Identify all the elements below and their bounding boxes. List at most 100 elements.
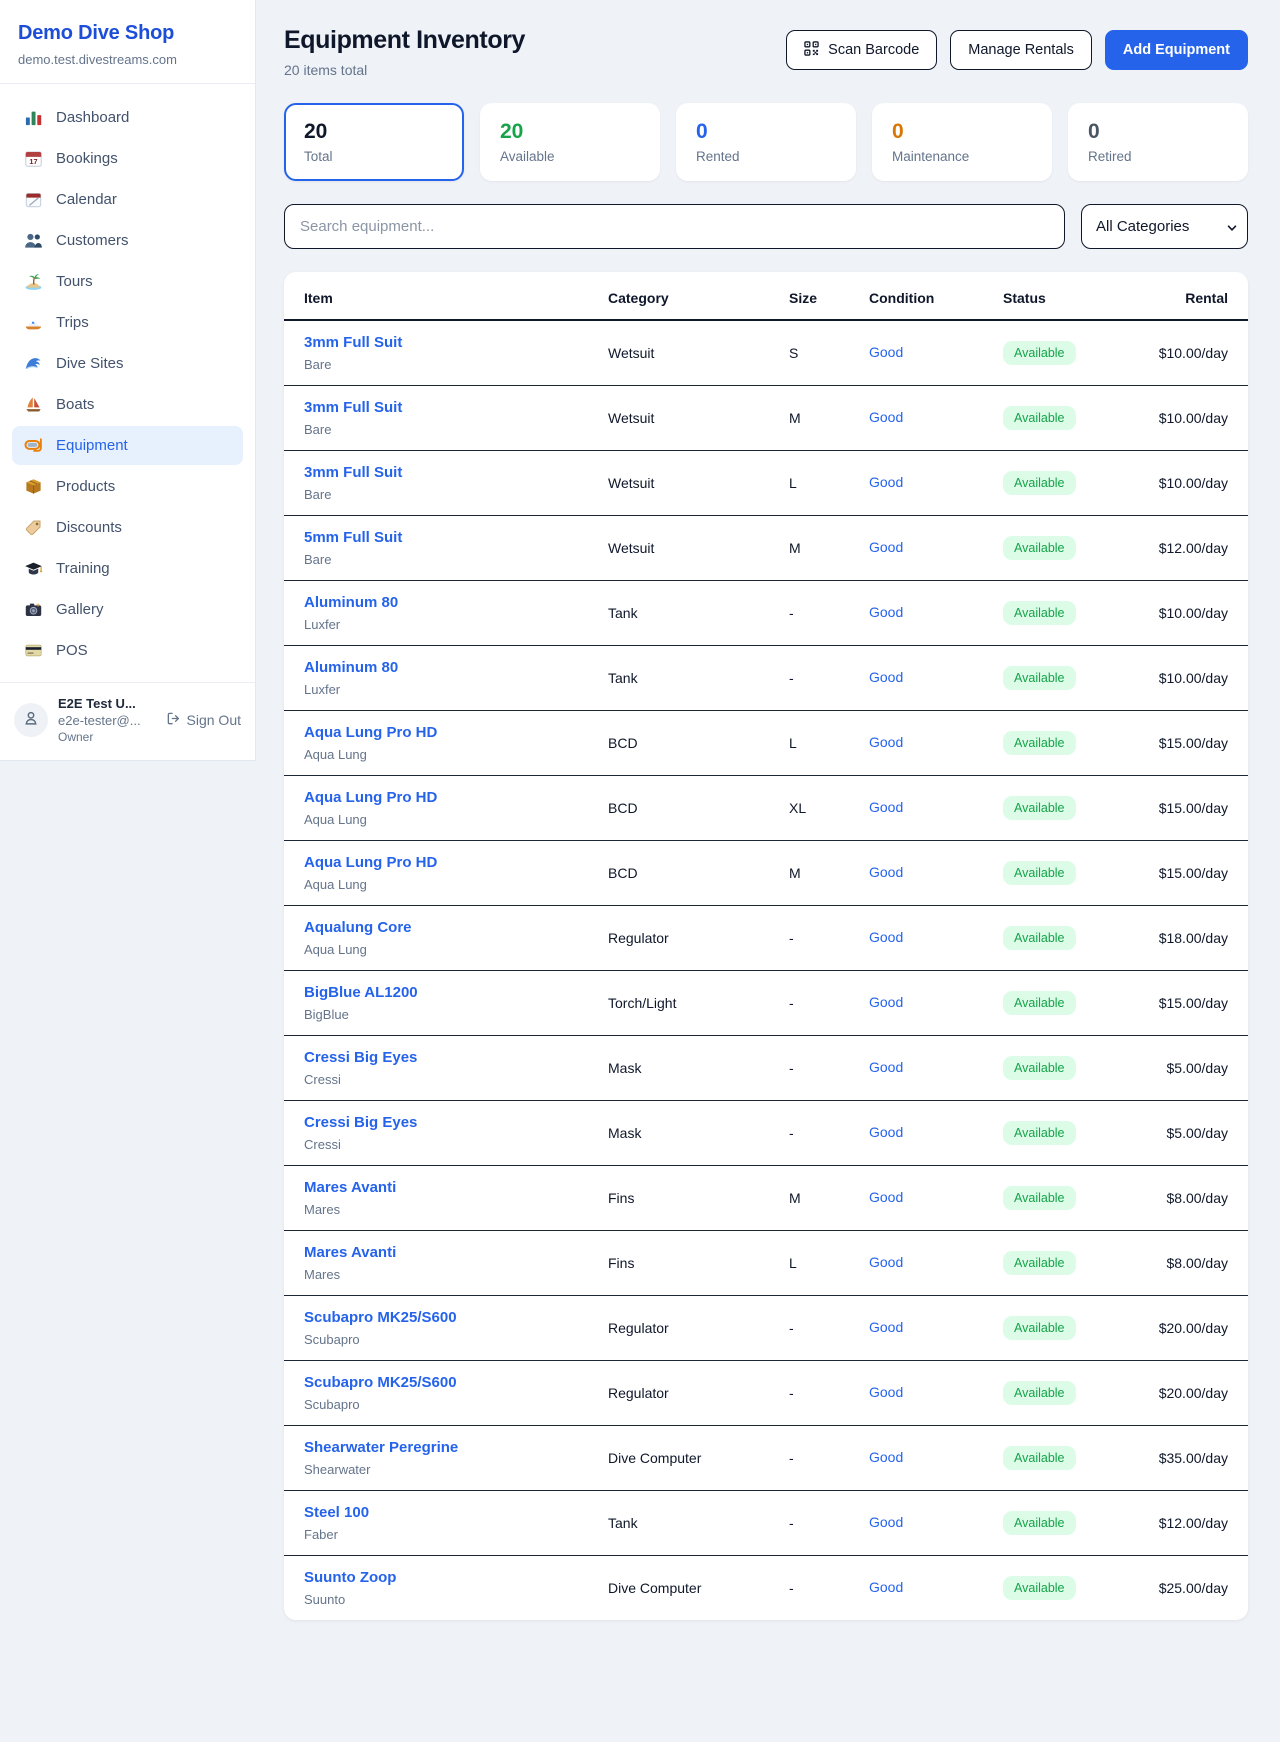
stat-card-rented[interactable]: 0Rented xyxy=(676,103,856,181)
category-select[interactable]: All Categories xyxy=(1081,204,1248,249)
item-link[interactable]: BigBlue AL1200 xyxy=(304,984,418,1001)
item-link[interactable]: Aqua Lung Pro HD xyxy=(304,789,437,806)
item-link[interactable]: Aluminum 80 xyxy=(304,659,398,676)
item-link[interactable]: 3mm Full Suit xyxy=(304,464,402,481)
item-category: Fins xyxy=(592,1231,773,1296)
table-row: Aluminum 80LuxferTank-GoodAvailable$10.0… xyxy=(284,581,1248,646)
scan-barcode-label: Scan Barcode xyxy=(828,42,919,58)
item-link[interactable]: 3mm Full Suit xyxy=(304,399,402,416)
sidebar-item-customers[interactable]: Customers xyxy=(12,221,243,260)
condition-link[interactable]: Good xyxy=(869,1254,903,1270)
add-equipment-label: Add Equipment xyxy=(1123,42,1230,58)
condition-link[interactable]: Good xyxy=(869,474,903,490)
sidebar-item-dashboard[interactable]: Dashboard xyxy=(12,98,243,137)
status-badge: Available xyxy=(1003,731,1076,755)
stat-card-available[interactable]: 20Available xyxy=(480,103,660,181)
condition-link[interactable]: Good xyxy=(869,1449,903,1465)
manage-rentals-button[interactable]: Manage Rentals xyxy=(950,30,1092,70)
table-row: Steel 100FaberTank-GoodAvailable$12.00/d… xyxy=(284,1491,1248,1556)
status-badge: Available xyxy=(1003,796,1076,820)
condition-link[interactable]: Good xyxy=(869,1319,903,1335)
item-link[interactable]: Steel 100 xyxy=(304,1504,369,1521)
item-link[interactable]: Scubapro MK25/S600 xyxy=(304,1309,457,1326)
sidebar-nav: Dashboard17BookingsCalendarCustomersTour… xyxy=(0,84,255,682)
table-row: BigBlue AL1200BigBlueTorch/Light-GoodAva… xyxy=(284,971,1248,1036)
condition-link[interactable]: Good xyxy=(869,669,903,685)
item-link[interactable]: Aqua Lung Pro HD xyxy=(304,854,437,871)
sidebar-item-dive-sites[interactable]: Dive Sites xyxy=(12,344,243,383)
rental-rate: $8.00/day xyxy=(1137,1231,1248,1296)
status-badge: Available xyxy=(1003,1511,1076,1535)
item-category: Wetsuit xyxy=(592,516,773,581)
scan-barcode-button[interactable]: Scan Barcode xyxy=(786,30,937,70)
condition-link[interactable]: Good xyxy=(869,1189,903,1205)
sidebar-item-bookings[interactable]: 17Bookings xyxy=(12,139,243,178)
item-category: Regulator xyxy=(592,1361,773,1426)
add-equipment-button[interactable]: Add Equipment xyxy=(1105,30,1248,70)
item-link[interactable]: Cressi Big Eyes xyxy=(304,1049,417,1066)
condition-link[interactable]: Good xyxy=(869,1384,903,1400)
search-input[interactable] xyxy=(284,204,1065,249)
sidebar-item-products[interactable]: Products xyxy=(12,467,243,506)
item-link[interactable]: Aqualung Core xyxy=(304,919,412,936)
status-badge: Available xyxy=(1003,1446,1076,1470)
sidebar-item-equipment[interactable]: Equipment xyxy=(12,426,243,465)
sidebar-item-tours[interactable]: Tours xyxy=(12,262,243,301)
condition-link[interactable]: Good xyxy=(869,734,903,750)
sidebar-item-calendar[interactable]: Calendar xyxy=(12,180,243,219)
condition-link[interactable]: Good xyxy=(869,799,903,815)
sidebar-item-label: Bookings xyxy=(56,150,118,167)
item-size: - xyxy=(773,1361,853,1426)
item-link[interactable]: Suunto Zoop xyxy=(304,1569,396,1586)
item-link[interactable]: Mares Avanti xyxy=(304,1179,396,1196)
status-badge: Available xyxy=(1003,861,1076,885)
item-brand: Bare xyxy=(304,422,576,437)
condition-link[interactable]: Good xyxy=(869,409,903,425)
condition-link[interactable]: Good xyxy=(869,994,903,1010)
item-category: Fins xyxy=(592,1166,773,1231)
item-link[interactable]: 3mm Full Suit xyxy=(304,334,402,351)
sidebar-item-training[interactable]: Training xyxy=(12,549,243,588)
item-link[interactable]: Cressi Big Eyes xyxy=(304,1114,417,1131)
sign-out-button[interactable]: Sign Out xyxy=(166,711,241,729)
condition-link[interactable]: Good xyxy=(869,1514,903,1530)
item-link[interactable]: Mares Avanti xyxy=(304,1244,396,1261)
item-brand: Luxfer xyxy=(304,617,576,632)
sidebar-item-gallery[interactable]: Gallery xyxy=(12,590,243,629)
sidebar-item-trips[interactable]: Trips xyxy=(12,303,243,342)
category-select-wrap: All Categories xyxy=(1081,204,1248,249)
item-category: Dive Computer xyxy=(592,1426,773,1491)
island-icon xyxy=(24,272,43,291)
rental-rate: $18.00/day xyxy=(1137,906,1248,971)
condition-link[interactable]: Good xyxy=(869,1059,903,1075)
condition-link[interactable]: Good xyxy=(869,344,903,360)
rental-rate: $10.00/day xyxy=(1137,451,1248,516)
item-link[interactable]: Aqua Lung Pro HD xyxy=(304,724,437,741)
sign-out-label: Sign Out xyxy=(187,712,241,728)
condition-link[interactable]: Good xyxy=(869,1124,903,1140)
status-badge: Available xyxy=(1003,666,1076,690)
condition-link[interactable]: Good xyxy=(869,539,903,555)
stat-card-total[interactable]: 20Total xyxy=(284,103,464,181)
sidebar-item-discounts[interactable]: Discounts xyxy=(12,508,243,547)
sidebar-item-pos[interactable]: POS xyxy=(12,631,243,670)
item-link[interactable]: Scubapro MK25/S600 xyxy=(304,1374,457,1391)
stat-card-retired[interactable]: 0Retired xyxy=(1068,103,1248,181)
item-brand: Aqua Lung xyxy=(304,877,576,892)
status-badge: Available xyxy=(1003,1576,1076,1600)
column-header-item: Item xyxy=(284,272,592,320)
page-title: Equipment Inventory xyxy=(284,26,525,55)
condition-link[interactable]: Good xyxy=(869,864,903,880)
item-link[interactable]: 5mm Full Suit xyxy=(304,529,402,546)
item-category: Tank xyxy=(592,646,773,711)
item-link[interactable]: Shearwater Peregrine xyxy=(304,1439,458,1456)
stat-card-maintenance[interactable]: 0Maintenance xyxy=(872,103,1052,181)
sidebar-item-boats[interactable]: Boats xyxy=(12,385,243,424)
status-badge: Available xyxy=(1003,406,1076,430)
item-brand: Shearwater xyxy=(304,1462,576,1477)
condition-link[interactable]: Good xyxy=(869,1579,903,1595)
condition-link[interactable]: Good xyxy=(869,604,903,620)
sidebar-item-label: Products xyxy=(56,478,115,495)
item-link[interactable]: Aluminum 80 xyxy=(304,594,398,611)
condition-link[interactable]: Good xyxy=(869,929,903,945)
